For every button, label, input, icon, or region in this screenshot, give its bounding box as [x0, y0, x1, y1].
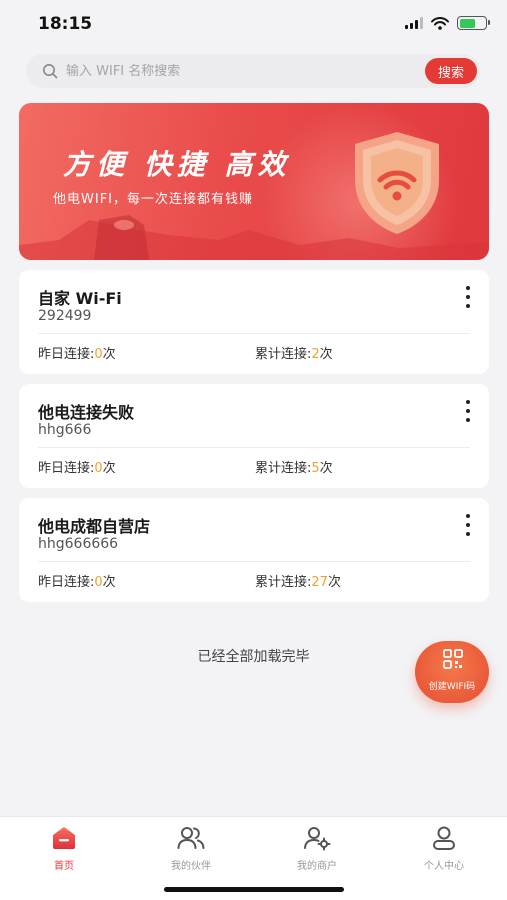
search-icon	[43, 64, 58, 79]
tab-merchants[interactable]: 我的商户	[272, 825, 362, 872]
yesterday-connections: 昨日连接:0次	[38, 461, 116, 476]
wifi-card[interactable]: 他电成都自营店 hhg666666 昨日连接:0次 累计连接:27次	[19, 498, 489, 602]
total-connections: 累计连接:2次	[255, 347, 333, 362]
promo-banner[interactable]: 方便 快捷 高效 他电WIFI，每一次连接都有钱赚	[19, 103, 489, 260]
status-bar: 18:15	[0, 0, 507, 50]
search-button[interactable]: 搜索	[425, 58, 477, 84]
create-wifi-code-label: 创建WIFI码	[428, 682, 476, 692]
home-icon	[53, 827, 75, 849]
divider	[38, 447, 470, 448]
banner-subtitle: 他电WIFI，每一次连接都有钱赚	[53, 192, 253, 207]
banner-title: 方便 快捷 高效	[63, 148, 291, 181]
divider	[38, 561, 470, 562]
shield-wifi-icon	[355, 132, 439, 234]
yesterday-connections: 昨日连接:0次	[38, 575, 116, 590]
merchant-icon	[304, 827, 331, 851]
battery-icon	[457, 16, 490, 30]
qr-code-icon	[443, 649, 463, 669]
profile-icon	[433, 826, 455, 850]
more-options-icon[interactable]	[461, 400, 475, 422]
partners-icon	[177, 827, 205, 849]
tab-profile[interactable]: 个人中心	[399, 825, 489, 872]
wifi-card[interactable]: 自家 Wi-Fi 292499 昨日连接:0次 累计连接:2次	[19, 270, 489, 374]
wifi-signal-icon	[431, 16, 449, 30]
create-wifi-code-button[interactable]: 创建WIFI码	[415, 641, 489, 703]
wifi-password: hhg666666	[38, 536, 119, 552]
cellular-signal-icon	[405, 17, 423, 29]
yesterday-connections: 昨日连接:0次	[38, 347, 116, 362]
tab-label: 首页	[54, 861, 74, 872]
total-connections: 累计连接:27次	[255, 575, 341, 590]
tab-label: 个人中心	[424, 861, 464, 872]
total-connections: 累计连接:5次	[255, 461, 333, 476]
status-time: 18:15	[38, 14, 93, 34]
more-options-icon[interactable]	[461, 514, 475, 536]
app-screen: 18:15 搜索 方	[0, 0, 507, 900]
status-icons	[405, 16, 490, 30]
tab-label: 我的伙伴	[171, 861, 211, 872]
search-bar[interactable]: 搜索	[26, 54, 480, 88]
wifi-password: 292499	[38, 308, 92, 324]
home-indicator[interactable]	[164, 887, 344, 892]
wifi-name: 他电连接失败	[38, 403, 135, 422]
tab-home[interactable]: 首页	[19, 825, 109, 872]
wifi-name: 自家 Wi-Fi	[38, 289, 122, 308]
more-options-icon[interactable]	[461, 286, 475, 308]
wifi-name: 他电成都自营店	[38, 517, 151, 536]
tab-partners[interactable]: 我的伙伴	[146, 825, 236, 872]
wifi-password: hhg666	[38, 422, 92, 438]
divider	[38, 333, 470, 334]
search-input[interactable]	[66, 54, 436, 88]
wifi-card[interactable]: 他电连接失败 hhg666 昨日连接:0次 累计连接:5次	[19, 384, 489, 488]
tab-label: 我的商户	[297, 861, 337, 872]
